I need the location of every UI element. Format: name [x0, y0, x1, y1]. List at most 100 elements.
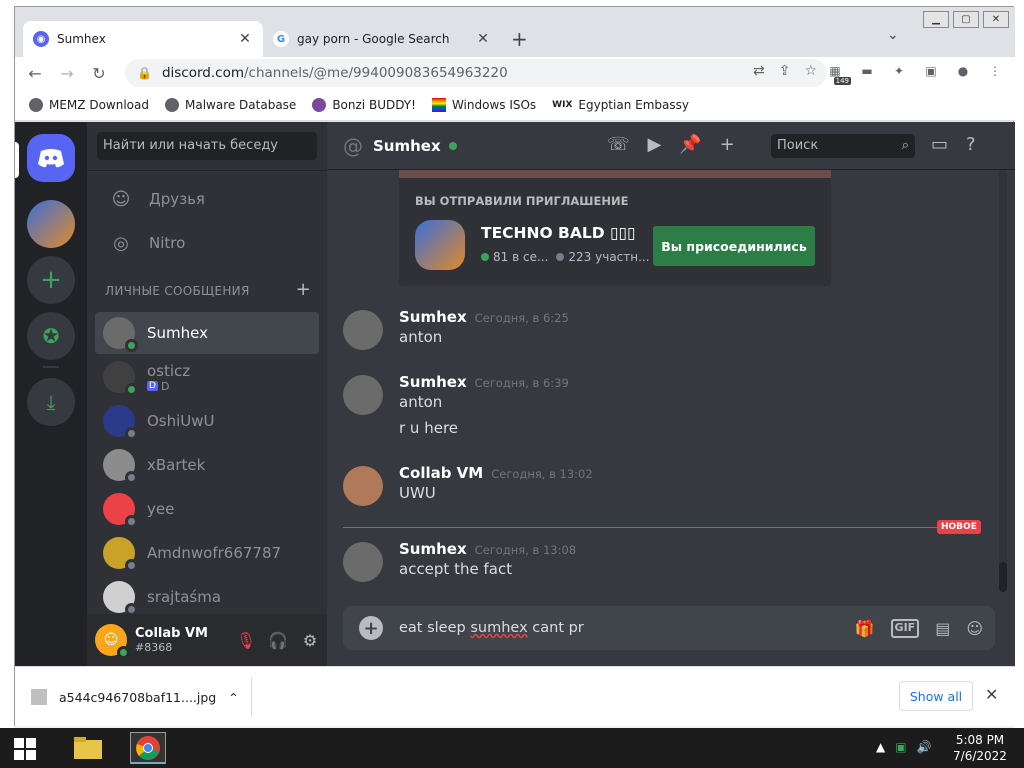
user-avatar[interactable]: ☺ — [95, 624, 130, 659]
dm-item-yee[interactable]: yee — [95, 488, 319, 530]
message-text: anton — [399, 328, 443, 346]
avatar — [103, 537, 138, 572]
server-techno-bald-icon[interactable] — [27, 200, 75, 248]
voice-call-icon[interactable]: ☏ — [607, 134, 630, 155]
windows-start-icon[interactable] — [14, 738, 36, 760]
chevron-up-icon[interactable]: ⌃ — [228, 690, 238, 705]
address-bar[interactable]: 🔒 discord.com/channels/@me/9940090836549… — [125, 59, 827, 87]
lock-icon: 🔒 — [137, 66, 152, 80]
scrollbar-thumb[interactable] — [999, 562, 1007, 592]
menu-icon[interactable]: ⋮ — [985, 61, 1005, 81]
bookmark-windows-isos[interactable]: Windows ISOs — [431, 97, 536, 112]
window-controls: ▁ ▢ ✕ — [923, 11, 1009, 28]
nav-friends[interactable]: ☺ Друзья — [95, 178, 319, 220]
settings-gear-icon[interactable]: ⚙ — [299, 631, 321, 650]
message-input[interactable]: eat sleep sumhex cant pr — [399, 620, 855, 636]
new-tab-icon[interactable]: + — [511, 27, 528, 51]
puzzle-icon[interactable]: ✦ — [889, 61, 909, 81]
dm-item-oshiuwu[interactable]: OshiUwU — [95, 400, 319, 442]
dm-item-osticz[interactable]: osticz DD — [95, 356, 319, 398]
tab-discord[interactable]: ◉ Sumhex ✕ — [23, 21, 263, 57]
network-icon[interactable]: ▣ — [895, 740, 906, 754]
calendar-extension-icon[interactable]: ▦ 149 — [825, 61, 851, 85]
download-item[interactable]: a544c946708baf11....jpg ⌃ — [31, 683, 251, 711]
avatar[interactable] — [343, 375, 383, 415]
reload-icon[interactable]: ↻ — [87, 61, 111, 85]
message: Collab VM Сегодня, в 13:02 UWU — [343, 464, 983, 514]
sticker-icon[interactable]: ▤ — [935, 619, 950, 638]
bookmark-bonzi[interactable]: Bonzi BUDDY! — [312, 97, 416, 112]
message-composer[interactable]: + eat sleep sumhex cant pr 🎁 GIF ▤ ☺ — [343, 606, 995, 650]
message-author[interactable]: Sumhex — [399, 540, 467, 558]
header-actions: ☏ ▶ 📌 + — [607, 134, 735, 155]
bookmark-memz[interactable]: MEMZ Download — [29, 97, 149, 112]
status-offline-icon — [125, 559, 138, 572]
side-panel-icon[interactable]: ▣ — [921, 61, 941, 81]
dm-sub-text: D — [160, 379, 170, 393]
avatar[interactable] — [343, 542, 383, 582]
close-tab-icon[interactable]: ✕ — [475, 31, 491, 47]
bookmark-star-icon[interactable]: ☆ — [804, 63, 817, 79]
explore-compass-icon[interactable]: ✪ — [27, 312, 75, 360]
minimize-icon[interactable]: ▁ — [923, 11, 949, 28]
flag-extension-icon[interactable]: ▬ — [857, 61, 877, 81]
create-dm-icon[interactable]: + — [296, 281, 311, 299]
avatar — [103, 581, 138, 616]
attach-plus-icon[interactable]: + — [359, 616, 383, 640]
mic-muted-icon[interactable]: 🎙 — [235, 631, 257, 650]
help-icon[interactable]: ? — [966, 134, 976, 155]
chrome-taskbar-icon[interactable] — [130, 732, 166, 764]
bookmark-malware[interactable]: Malware Database — [164, 97, 296, 112]
inbox-icon[interactable]: ▭ — [931, 134, 948, 155]
forward-icon[interactable]: → — [55, 61, 79, 85]
restore-icon[interactable]: ▢ — [953, 11, 979, 28]
pin-icon[interactable]: 📌 — [679, 134, 701, 155]
video-call-icon[interactable]: ▶ — [648, 134, 662, 155]
download-apps-icon[interactable]: ⤓ — [27, 378, 75, 426]
file-explorer-icon[interactable] — [70, 732, 106, 764]
tab-title: Sumhex — [57, 32, 106, 46]
clock[interactable]: 5:08 PM 7/6/2022 — [948, 732, 1012, 764]
gif-icon[interactable]: GIF — [890, 618, 920, 638]
search-input[interactable]: Поиск ⌕ — [771, 134, 915, 158]
at-icon: @ — [343, 133, 363, 158]
tray-expand-icon[interactable]: ▲ — [876, 740, 885, 754]
avatar — [103, 493, 138, 528]
emoji-icon[interactable]: ☺ — [966, 619, 983, 638]
user-tag: #8368 — [135, 641, 173, 654]
add-server-icon[interactable]: + — [27, 256, 75, 304]
close-tab-icon[interactable]: ✕ — [237, 31, 253, 47]
tab-google[interactable]: G gay porn - Google Search ✕ — [263, 21, 501, 57]
translate-icon[interactable]: ⇄ — [753, 63, 765, 79]
nav-nitro[interactable]: ◎ Nitro — [95, 222, 319, 264]
dm-search-input[interactable]: Найти или начать беседу — [97, 132, 317, 160]
message-author[interactable]: Sumhex — [399, 308, 467, 326]
headphones-icon[interactable]: 🎧 — [267, 631, 289, 650]
bookmark-label: Egyptian Embassy — [578, 97, 689, 112]
close-download-bar-icon[interactable]: ✕ — [985, 685, 998, 704]
avatar[interactable] — [343, 310, 383, 350]
avatar[interactable] — [343, 466, 383, 506]
volume-icon[interactable]: 🔊 — [917, 740, 932, 754]
gift-icon[interactable]: 🎁 — [855, 619, 875, 638]
message-author[interactable]: Collab VM — [399, 464, 483, 482]
joined-button[interactable]: Вы присоединились — [653, 226, 815, 266]
discord-home-icon[interactable] — [27, 134, 75, 182]
profile-icon[interactable]: ● — [953, 61, 973, 81]
download-filename: a544c946708baf11....jpg — [59, 689, 217, 705]
dm-item-amdnwofr667787[interactable]: Amdnwofr667787 — [95, 532, 319, 574]
avatar — [103, 405, 138, 440]
scrollbar-track[interactable] — [999, 170, 1007, 590]
back-icon[interactable]: ← — [23, 61, 47, 85]
dm-item-srajtasma[interactable]: srajtaśma — [95, 576, 319, 618]
show-all-button[interactable]: Show all — [899, 681, 973, 711]
add-friend-icon[interactable]: + — [720, 134, 735, 155]
dm-item-sumhex[interactable]: Sumhex — [95, 312, 319, 354]
user-name: Collab VM — [135, 626, 208, 641]
message-author[interactable]: Sumhex — [399, 373, 467, 391]
share-icon[interactable]: ⇪ — [779, 63, 791, 79]
bookmark-egyptian-embassy[interactable]: WIX Egyptian Embassy — [552, 98, 689, 112]
tab-search-chevron-icon[interactable]: ⌄ — [887, 27, 899, 43]
dm-item-xbartek[interactable]: xBartek — [95, 444, 319, 486]
close-window-icon[interactable]: ✕ — [983, 11, 1009, 28]
